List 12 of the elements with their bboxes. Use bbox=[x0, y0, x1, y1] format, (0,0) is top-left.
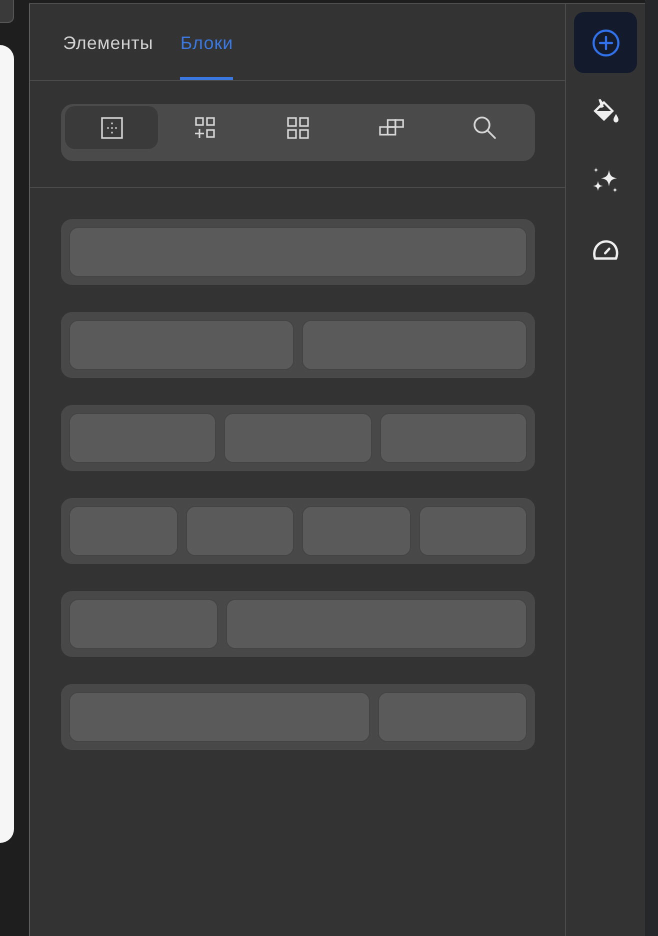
grid-icon bbox=[287, 116, 309, 138]
gauge-icon bbox=[592, 239, 619, 260]
grid-plus-icon bbox=[194, 116, 216, 138]
filter-segment[interactable] bbox=[65, 106, 158, 149]
search-icon bbox=[472, 116, 496, 139]
dotted-square-icon bbox=[100, 116, 123, 138]
plus-circle-icon bbox=[592, 28, 620, 56]
paint-bucket-icon bbox=[592, 99, 619, 124]
frame-corner bbox=[0, 0, 14, 23]
stacked-blocks-icon bbox=[378, 119, 404, 136]
sparkles-icon bbox=[592, 167, 620, 194]
panel-tab[interactable]: Элементы bbox=[63, 4, 154, 80]
